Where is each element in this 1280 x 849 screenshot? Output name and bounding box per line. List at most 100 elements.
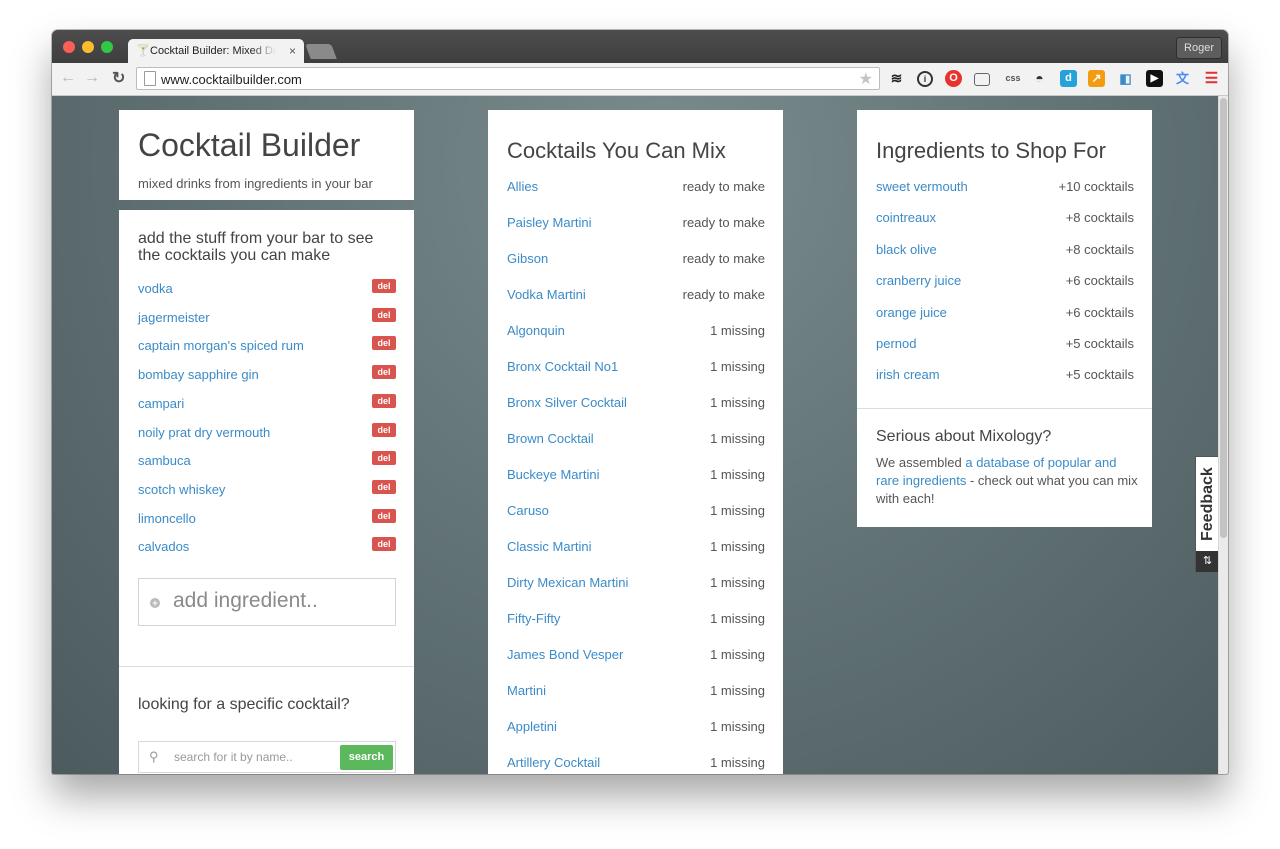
ingredient-link[interactable]: noily prat dry vermouth <box>138 425 270 440</box>
shopping-ingredient-link[interactable]: irish cream <box>876 367 940 382</box>
delete-ingredient-button[interactable]: del <box>372 279 396 293</box>
tab-close-icon[interactable]: × <box>289 44 296 58</box>
ingredient-link[interactable]: jagermeister <box>138 310 210 325</box>
incognito-mask-icon[interactable]: ◓ <box>1031 70 1048 87</box>
search-button[interactable]: search <box>340 745 393 770</box>
cocktail-item: Martini 1 missing <box>507 682 765 702</box>
cocktail-status: 1 missing <box>710 755 765 770</box>
ingredient-item: limoncello del <box>138 508 396 529</box>
cocktail-link[interactable]: Martini <box>507 683 546 698</box>
address-bar[interactable]: www.cocktailbuilder.com ★ <box>136 67 880 90</box>
shopping-item: cranberry juice +6 cocktails <box>876 272 1134 292</box>
cast-icon[interactable] <box>974 73 990 86</box>
cocktail-count: +6 cocktails <box>1065 304 1134 320</box>
cocktail-link[interactable]: Bronx Silver Cocktail <box>507 395 627 410</box>
cocktail-item: Brown Cocktail 1 missing <box>507 430 765 450</box>
cocktail-search-input[interactable] <box>172 749 336 765</box>
cocktail-link[interactable]: Artillery Cocktail <box>507 755 600 770</box>
delete-ingredient-button[interactable]: del <box>372 336 396 351</box>
cocktail-link[interactable]: Dirty Mexican Martini <box>507 575 628 590</box>
buffer-extension-icon[interactable]: ≋ <box>888 70 905 87</box>
ingredient-link[interactable]: vodka <box>138 281 173 296</box>
cocktail-link[interactable]: Allies <box>507 179 538 194</box>
shopping-ingredient-link[interactable]: cranberry juice <box>876 273 961 288</box>
minimize-window-button[interactable] <box>82 41 94 53</box>
shopping-ingredient-link[interactable]: pernod <box>876 336 916 351</box>
ingredient-item: scotch whiskey del <box>138 479 396 500</box>
cocktail-link[interactable]: Caruso <box>507 503 549 518</box>
cocktail-link[interactable]: Brown Cocktail <box>507 431 594 446</box>
cocktail-item: Dirty Mexican Martini 1 missing <box>507 574 765 594</box>
reload-icon[interactable]: ↻ <box>112 68 125 88</box>
new-tab-button[interactable] <box>305 44 337 59</box>
ingredient-link[interactable]: captain morgan's spiced rum <box>138 338 304 353</box>
cocktail-status: 1 missing <box>710 359 765 374</box>
ingredient-link[interactable]: scotch whiskey <box>138 482 225 497</box>
url-text[interactable]: www.cocktailbuilder.com <box>161 72 302 87</box>
tag-extension-icon[interactable]: ◧ <box>1117 70 1134 87</box>
cocktail-status: 1 missing <box>710 503 765 518</box>
cocktail-count: +10 cocktails <box>1058 179 1134 194</box>
ingredient-link[interactable]: limoncello <box>138 511 196 526</box>
scrollbar[interactable] <box>1218 96 1228 774</box>
delete-ingredient-button[interactable]: del <box>372 422 396 437</box>
add-ingredient-box[interactable]: + <box>138 578 396 626</box>
cocktail-link[interactable]: Bronx Cocktail No1 <box>507 359 618 374</box>
shopping-ingredient-link[interactable]: black olive <box>876 242 937 257</box>
cocktails-card: Cocktails You Can Mix Allies ready to mak… <box>488 110 783 774</box>
zoom-window-button[interactable] <box>101 41 113 53</box>
cocktail-link[interactable]: Algonquin <box>507 323 565 338</box>
ingredient-item: noily prat dry vermouth del <box>138 422 396 443</box>
menu-hamburger-icon[interactable]: ☰ <box>1203 70 1220 87</box>
cocktail-link[interactable]: Appletini <box>507 719 557 734</box>
add-ingredient-input[interactable] <box>171 588 385 614</box>
cocktail-status: 1 missing <box>710 611 765 626</box>
cocktail-status: 1 missing <box>710 323 765 338</box>
ingredient-link[interactable]: bombay sapphire gin <box>138 367 259 382</box>
shopping-ingredient-link[interactable]: cointreaux <box>876 210 936 225</box>
close-window-button[interactable] <box>63 41 75 53</box>
cocktail-link[interactable]: James Bond Vesper <box>507 647 623 662</box>
translate-icon[interactable]: 文 <box>1174 70 1191 87</box>
title-bar: 🍸 Cocktail Builder: Mixed Drinks × Roger <box>52 30 1228 63</box>
profile-button[interactable]: Roger <box>1176 37 1222 59</box>
header-card: Cocktail Builder mixed drinks from ingre… <box>119 110 414 200</box>
feedback-label: Feedback <box>1199 467 1216 541</box>
1password-extension-icon[interactable]: i <box>917 71 933 87</box>
browser-tab[interactable]: 🍸 Cocktail Builder: Mixed Drinks × <box>128 39 304 63</box>
d-extension-icon[interactable]: d <box>1060 70 1077 87</box>
delete-ingredient-button[interactable]: del <box>372 393 396 408</box>
forward-arrow-icon[interactable]: → <box>84 69 100 87</box>
scrollbar-thumb[interactable] <box>1220 98 1227 538</box>
cocktail-link[interactable]: Paisley Martini <box>507 215 592 230</box>
cocktail-link[interactable]: Gibson <box>507 251 548 266</box>
ingredient-link[interactable]: calvados <box>138 539 189 554</box>
delete-ingredient-button[interactable]: del <box>372 508 396 523</box>
shopping-ingredient-link[interactable]: sweet vermouth <box>876 179 968 194</box>
delete-ingredient-button[interactable]: del <box>372 451 396 466</box>
css-extension-icon[interactable]: css <box>1002 70 1024 87</box>
cocktail-link[interactable]: Fifty-Fifty <box>507 611 560 626</box>
shopping-ingredient-link[interactable]: orange juice <box>876 305 947 320</box>
play-extension-icon[interactable]: ▶ <box>1146 70 1163 87</box>
delete-ingredient-button[interactable]: del <box>372 479 396 494</box>
cocktail-link[interactable]: Buckeye Martini <box>507 467 599 482</box>
cocktail-status: 1 missing <box>710 683 765 698</box>
cocktail-link[interactable]: Vodka Martini <box>507 287 586 302</box>
browser-toolbar: ← → ↻ www.cocktailbuilder.com ★ ≋ i O cs… <box>52 63 1228 96</box>
ingredient-link[interactable]: sambuca <box>138 453 191 468</box>
feedback-tab[interactable]: Feedback ⇅ <box>1195 456 1219 572</box>
shopping-item: black olive +8 cocktails <box>876 241 1134 261</box>
shopping-item: irish cream +5 cocktails <box>876 366 1134 386</box>
delete-ingredient-button[interactable]: del <box>372 537 396 552</box>
ingredient-link[interactable]: campari <box>138 396 184 411</box>
bar-heading: add the stuff from your bar to see the c… <box>138 230 374 264</box>
cocktail-item: Artillery Cocktail 1 missing <box>507 754 765 774</box>
opera-extension-icon[interactable]: O <box>945 70 962 87</box>
delete-ingredient-button[interactable]: del <box>372 365 396 380</box>
bookmark-star-icon[interactable]: ★ <box>859 69 873 89</box>
analytics-chart-icon[interactable]: ↗ <box>1088 70 1105 87</box>
back-arrow-icon[interactable]: ← <box>60 69 76 87</box>
cocktail-link[interactable]: Classic Martini <box>507 539 592 554</box>
delete-ingredient-button[interactable]: del <box>372 307 396 322</box>
